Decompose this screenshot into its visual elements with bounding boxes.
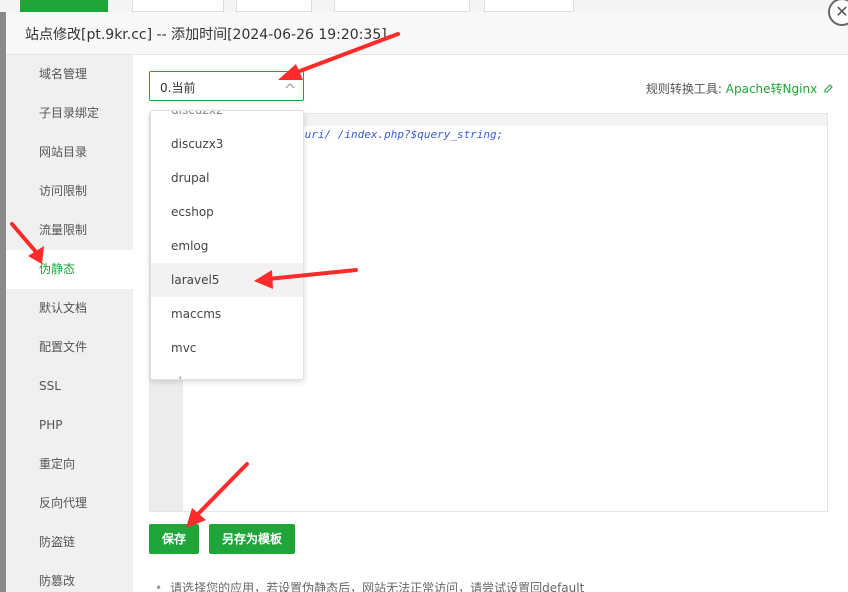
sidebar-item-default-doc[interactable]: 默认文档	[6, 289, 133, 328]
dialog-header: 站点修改[pt.9kr.cc] -- 添加时间[2024-06-26 19:20…	[6, 12, 848, 55]
dropdown-option-partial[interactable]: phpcms	[151, 365, 303, 379]
site-edit-dialog: 站点修改[pt.9kr.cc] -- 添加时间[2024-06-26 19:20…	[6, 0, 848, 592]
code-text: $uri/ /index.php?$query_string;	[298, 128, 504, 141]
rewrite-panel: 0.当前 规则转换工具: Apache转Nginx $uri/ /index.p…	[133, 55, 848, 592]
sidebar-item-traffic-limit[interactable]: 流量限制	[6, 211, 133, 250]
chevron-up-icon	[285, 83, 295, 89]
dropdown-option-laravel5[interactable]: laravel5	[151, 263, 303, 297]
dialog-title: 站点修改[pt.9kr.cc] -- 添加时间[2024-06-26 19:20…	[25, 27, 387, 43]
sidebar-item-redirect[interactable]: 重定向	[6, 445, 133, 484]
sidebar-item-config-file[interactable]: 配置文件	[6, 328, 133, 367]
dropdown-option[interactable]: emlog	[151, 229, 303, 263]
save-as-template-button[interactable]: 另存为模板	[209, 524, 295, 554]
sidebar-item-reverse-proxy[interactable]: 反向代理	[6, 484, 133, 523]
dropdown-option[interactable]: mvc	[151, 331, 303, 365]
sidebar-item-hotlink[interactable]: 防盗链	[6, 523, 133, 562]
sidebar-item-access-limit[interactable]: 访问限制	[6, 172, 133, 211]
converter-tool: 规则转换工具: Apache转Nginx	[646, 80, 834, 97]
select-value: 0.当前	[160, 81, 196, 95]
dropdown-option-partial[interactable]: discuzx2	[151, 111, 303, 127]
background-toolbar	[0, 0, 848, 12]
background-button	[132, 0, 224, 12]
dropdown-option[interactable]: ecshop	[151, 195, 303, 229]
background-button	[334, 0, 470, 12]
code-line: $uri/ /index.php?$query_string;	[298, 128, 503, 141]
save-button[interactable]: 保存	[149, 524, 199, 554]
sidebar-item-site-directory[interactable]: 网站目录	[6, 133, 133, 172]
background-green-button	[20, 0, 108, 12]
rewrite-template-dropdown: discuzx2 discuzx3 drupal ecshop emlog la…	[150, 110, 304, 380]
sidebar-item-php[interactable]: PHP	[6, 406, 133, 445]
sidebar-item-ssl[interactable]: SSL	[6, 367, 133, 406]
edit-icon[interactable]	[823, 83, 834, 94]
dropdown-option[interactable]: drupal	[151, 161, 303, 195]
dropdown-option[interactable]: maccms	[151, 297, 303, 331]
sidebar-item-tamper-proof[interactable]: 防篡改	[6, 562, 133, 592]
rewrite-hint: 请选择您的应用，若设置伪静态后，网站无法正常访问，请尝试设置回default	[155, 579, 584, 592]
sidebar: 域名管理 子目录绑定 网站目录 访问限制 流量限制 伪静态 默认文档 配置文件 …	[6, 55, 133, 592]
background-button	[484, 0, 574, 12]
apache-to-nginx-link[interactable]: Apache转Nginx	[726, 82, 817, 96]
rewrite-template-select[interactable]: 0.当前	[149, 71, 304, 101]
converter-tool-label: 规则转换工具:	[645, 82, 722, 96]
sidebar-item-rewrite[interactable]: 伪静态	[6, 250, 133, 289]
sidebar-item-domain[interactable]: 域名管理	[6, 55, 133, 94]
sidebar-item-subdirectory[interactable]: 子目录绑定	[6, 94, 133, 133]
background-button	[236, 0, 312, 12]
dropdown-option[interactable]: discuzx3	[151, 127, 303, 161]
close-icon: ✕	[835, 2, 848, 21]
